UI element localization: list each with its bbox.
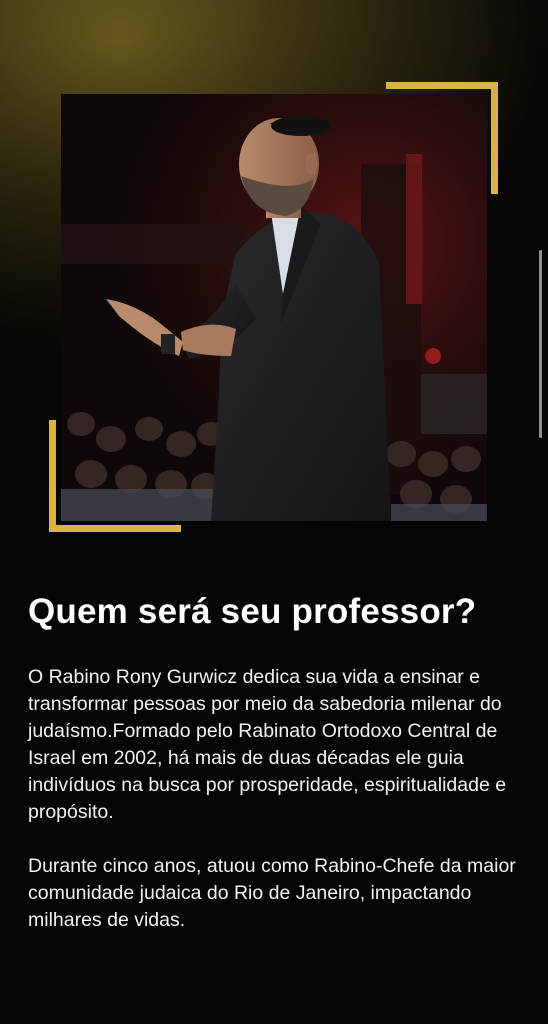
bio-paragraph-1: O Rabino Rony Gurwicz dedica sua vida a … [28, 666, 507, 823]
section-title: Quem será seu professor? [28, 592, 477, 631]
scrollbar[interactable] [539, 250, 542, 438]
bio-paragraph-2: Durante cinco anos, atuou como Rabino-Ch… [28, 855, 516, 931]
teacher-section: Quem será seu professor? O Rabino Rony G… [28, 590, 528, 934]
rabbi-photo [61, 94, 487, 521]
hero-photo-frame [0, 0, 548, 560]
